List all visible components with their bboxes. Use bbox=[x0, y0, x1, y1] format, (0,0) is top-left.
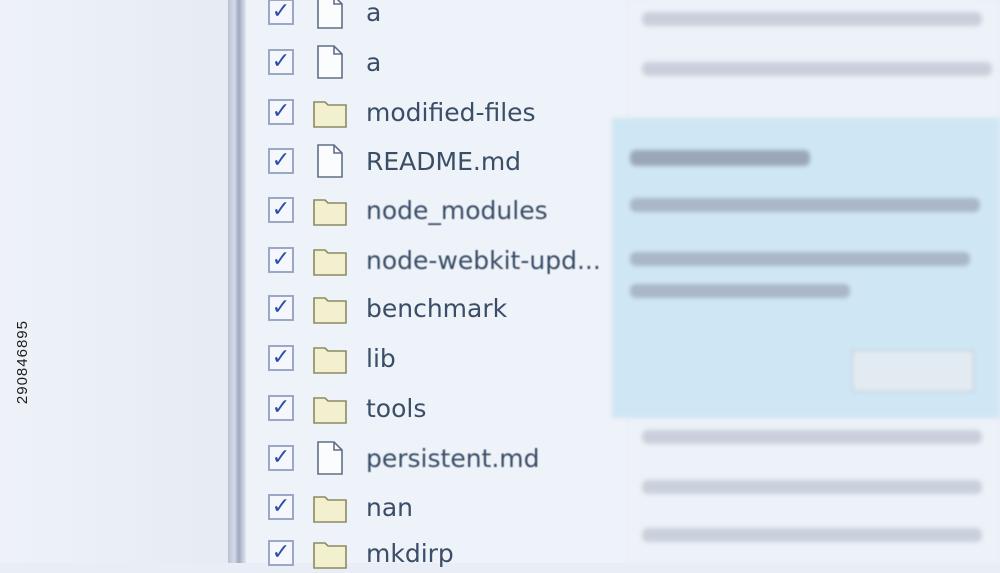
checkmark-icon: ✓ bbox=[271, 148, 291, 173]
list-item[interactable]: ✓ persistent.md bbox=[268, 438, 540, 478]
checkmark-icon: ✓ bbox=[271, 99, 291, 124]
item-name: tools bbox=[366, 393, 427, 423]
list-item[interactable]: ✓ mkdirp bbox=[268, 533, 454, 573]
checkmark-icon: ✓ bbox=[271, 247, 291, 272]
list-item[interactable]: ✓ tools bbox=[268, 388, 426, 428]
item-checkbox[interactable]: ✓ bbox=[268, 197, 294, 223]
blurred-dialog bbox=[612, 118, 1000, 418]
file-icon bbox=[312, 144, 348, 178]
blurred-dialog-line bbox=[630, 198, 980, 212]
pane-divider[interactable] bbox=[228, 0, 246, 563]
folder-icon bbox=[312, 391, 348, 425]
item-checkbox[interactable]: ✓ bbox=[268, 540, 294, 566]
item-checkbox[interactable]: ✓ bbox=[268, 148, 294, 174]
item-name: lib bbox=[366, 343, 396, 373]
folder-icon bbox=[312, 341, 348, 375]
list-item[interactable]: ✓ benchmark bbox=[268, 288, 507, 328]
item-checkbox[interactable]: ✓ bbox=[268, 99, 294, 125]
item-checkbox[interactable]: ✓ bbox=[268, 0, 294, 25]
item-name: node_modules bbox=[366, 195, 548, 225]
item-name: a bbox=[366, 47, 382, 77]
blurred-path-line bbox=[642, 12, 982, 26]
blurred-dialog-title bbox=[630, 150, 810, 166]
file-list: ✓ a ✓ a ✓ modified-files ✓ README.md ✓ n… bbox=[246, 0, 626, 569]
list-item[interactable]: ✓ lib bbox=[268, 338, 396, 378]
item-name: benchmark bbox=[366, 293, 508, 323]
file-icon bbox=[312, 441, 348, 475]
checkmark-icon: ✓ bbox=[271, 494, 291, 519]
blurred-path-line bbox=[642, 430, 982, 444]
checkmark-icon: ✓ bbox=[271, 395, 291, 420]
folder-icon bbox=[312, 291, 348, 325]
blurred-path-line bbox=[642, 480, 982, 494]
file-icon bbox=[312, 45, 348, 79]
item-name: modified-files bbox=[366, 97, 536, 127]
item-checkbox[interactable]: ✓ bbox=[268, 345, 294, 371]
checkmark-icon: ✓ bbox=[271, 0, 291, 24]
item-name: README.md bbox=[366, 146, 522, 176]
blurred-dialog-line bbox=[630, 252, 970, 266]
item-name: persistent.md bbox=[366, 443, 540, 473]
item-name: node-webkit-upd... bbox=[366, 245, 601, 275]
item-name: nan bbox=[366, 492, 414, 522]
item-checkbox[interactable]: ✓ bbox=[268, 295, 294, 321]
folder-icon bbox=[312, 490, 348, 524]
list-item[interactable]: ✓ a bbox=[268, 0, 381, 32]
item-name: a bbox=[366, 0, 382, 27]
folder-icon bbox=[312, 536, 348, 570]
list-item[interactable]: ✓ node_modules bbox=[268, 190, 548, 230]
blurred-path-line bbox=[642, 62, 992, 76]
checkmark-icon: ✓ bbox=[271, 540, 291, 565]
list-item[interactable]: ✓ a bbox=[268, 42, 381, 82]
checkmark-icon: ✓ bbox=[271, 197, 291, 222]
file-icon bbox=[312, 0, 348, 29]
folder-icon bbox=[312, 193, 348, 227]
list-item[interactable]: ✓ nan bbox=[268, 487, 413, 527]
item-checkbox[interactable]: ✓ bbox=[268, 494, 294, 520]
checkmark-icon: ✓ bbox=[271, 295, 291, 320]
stock-id-text: 290846895 bbox=[14, 320, 31, 405]
folder-icon bbox=[312, 95, 348, 129]
checkmark-icon: ✓ bbox=[271, 49, 291, 74]
checkmark-icon: ✓ bbox=[271, 345, 291, 370]
item-checkbox[interactable]: ✓ bbox=[268, 395, 294, 421]
blurred-dialog-line bbox=[630, 284, 850, 298]
list-item[interactable]: ✓ README.md bbox=[268, 141, 521, 181]
item-checkbox[interactable]: ✓ bbox=[268, 49, 294, 75]
item-name: mkdirp bbox=[366, 538, 454, 568]
item-checkbox[interactable]: ✓ bbox=[268, 445, 294, 471]
left-pane: 290846895 bbox=[0, 0, 228, 563]
dialog-button[interactable] bbox=[852, 350, 974, 392]
list-item[interactable]: ✓ node-webkit-upd... bbox=[268, 240, 601, 280]
blurred-path-line bbox=[642, 528, 982, 542]
item-checkbox[interactable]: ✓ bbox=[268, 247, 294, 273]
folder-icon bbox=[312, 243, 348, 277]
list-item[interactable]: ✓ modified-files bbox=[268, 92, 536, 132]
checkmark-icon: ✓ bbox=[271, 445, 291, 470]
